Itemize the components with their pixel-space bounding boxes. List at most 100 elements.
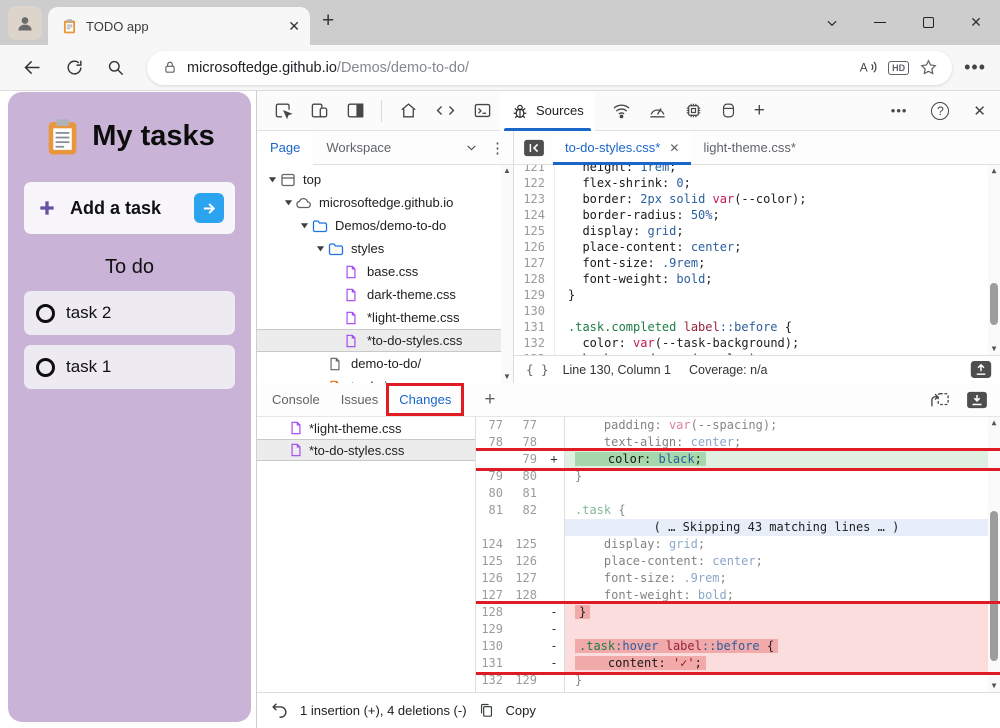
help-icon[interactable]: ? [931, 102, 949, 120]
editor-scrollbar[interactable]: ▲▼ [988, 165, 1000, 355]
dock-side-icon[interactable] [346, 101, 365, 120]
code-line: 132 color: var(--task-background); [514, 335, 1000, 351]
browser-tab[interactable]: TODO app ✕ [48, 7, 310, 45]
svg-text:A: A [860, 60, 868, 74]
tree-item-label: *to-do-styles.css [367, 333, 462, 348]
expander-triangle-icon[interactable] [313, 244, 328, 253]
expander-triangle-icon[interactable] [281, 198, 296, 207]
tree-item-Demosdemo-to-do[interactable]: Demos/demo-to-do [257, 214, 513, 237]
task-checkbox[interactable] [36, 304, 55, 323]
tree-item-to-do-styles.css[interactable]: *to-do-styles.css [257, 329, 513, 352]
code-line: 121 height: 1rem; [514, 165, 1000, 175]
device-emulation-icon[interactable] [310, 101, 329, 120]
changed-file-to-do-styles.css[interactable]: *to-do-styles.css [257, 439, 475, 461]
tree-item-dark-theme.css[interactable]: dark-theme.css [257, 283, 513, 306]
diff-view: 7777 padding: var(--spacing);7878 text-a… [476, 417, 1000, 692]
tab-console[interactable]: Console [272, 392, 320, 407]
task-item[interactable]: task 1 [24, 345, 235, 389]
tab-page[interactable]: Page [257, 131, 313, 165]
elements-panel-icon[interactable] [435, 101, 456, 120]
copy-button[interactable]: Copy [506, 703, 536, 718]
old-line-number: 124 [476, 536, 510, 553]
expander-triangle-icon[interactable] [265, 175, 280, 184]
editor-tab-light-theme[interactable]: light-theme.css* [691, 131, 807, 165]
devtools-menu-icon[interactable]: ••• [891, 103, 908, 118]
tree-item-base.css[interactable]: base.css [257, 260, 513, 283]
copy-icon[interactable] [478, 702, 495, 719]
tree-scrollbar[interactable]: ▲▼ [501, 165, 513, 383]
close-window-button[interactable]: ✕ [952, 0, 1000, 45]
application-panel-icon[interactable] [720, 101, 737, 120]
pretty-print-icon[interactable]: { } [526, 362, 549, 377]
dock-drawer-icon[interactable] [966, 391, 988, 409]
changed-file-label: *to-do-styles.css [309, 443, 404, 458]
old-line-number: 133 [476, 689, 510, 692]
welcome-home-icon[interactable] [399, 101, 418, 120]
new-tab-button[interactable]: + [322, 9, 334, 33]
old-line-number: 131 [476, 655, 510, 672]
submit-task-button[interactable] [194, 193, 224, 223]
revert-changes-icon[interactable] [929, 391, 951, 409]
tree-item-label: dark-theme.css [367, 287, 456, 302]
navigator-menu-icon[interactable]: ⋮ [490, 139, 505, 157]
task-checkbox[interactable] [36, 358, 55, 377]
tab-title: TODO app [86, 19, 279, 34]
search-icon[interactable] [106, 58, 125, 77]
line-content: color: var(--task-background); [554, 335, 988, 351]
add-task-input[interactable]: Add a task [24, 182, 235, 234]
diff-line-content: font-weight: bold; [564, 587, 988, 604]
new-line-number [510, 638, 544, 655]
tab-actions-chevron-icon[interactable] [808, 0, 856, 45]
browser-menu-icon[interactable]: ••• [964, 57, 986, 78]
old-line-number: 128 [476, 604, 510, 621]
network-panel-icon[interactable] [612, 101, 631, 120]
tab-changes[interactable]: Changes [399, 392, 451, 407]
tree-item-styles[interactable]: styles [257, 237, 513, 260]
old-line-number: 81 [476, 502, 510, 519]
tree-item-top[interactable]: top [257, 168, 513, 191]
expander-triangle-icon[interactable] [297, 221, 312, 230]
console-panel-icon[interactable] [473, 101, 492, 120]
maximize-button[interactable] [904, 0, 952, 45]
more-tools-plus-icon[interactable]: + [754, 100, 765, 122]
refresh-button[interactable] [65, 58, 84, 77]
task-item[interactable]: task 2 [24, 291, 235, 335]
move-to-top-icon[interactable] [970, 361, 992, 378]
minimize-button[interactable] [856, 0, 904, 45]
hide-navigator-icon[interactable] [523, 139, 545, 157]
changed-file-light-theme.css[interactable]: *light-theme.css [257, 417, 475, 439]
folder-icon [312, 218, 329, 234]
diff-row: 132129} [476, 672, 1000, 689]
css-icon [344, 287, 361, 303]
line-number: 121 [514, 165, 554, 175]
inspect-element-icon[interactable] [274, 101, 293, 120]
profile-button[interactable] [8, 6, 42, 40]
address-bar[interactable]: microsoftedge.github.io/Demos/demo-to-do… [147, 51, 952, 85]
close-editor-tab-icon[interactable]: ✕ [669, 141, 679, 155]
read-aloud-icon[interactable]: A [859, 58, 878, 77]
more-tabs-chevron-icon[interactable] [465, 141, 478, 154]
tab-issues[interactable]: Issues [341, 392, 379, 407]
changed-code-chip: .task:hover label::before { [575, 639, 778, 653]
tree-item-light-theme.css[interactable]: *light-theme.css [257, 306, 513, 329]
code-editor[interactable]: 121 height: 1rem;122 flex-shrink: 0;123 … [514, 165, 1000, 355]
editor-status-bar: { } Line 130, Column 1 Coverage: n/a [514, 355, 1000, 383]
hd-badge[interactable]: HD [888, 61, 909, 75]
devtools-close-icon[interactable]: ✕ [973, 102, 986, 120]
editor-tab-to-do-styles[interactable]: to-do-styles.css* ✕ [553, 131, 691, 165]
tab-sources[interactable]: Sources [500, 91, 595, 131]
add-drawer-tab-icon[interactable]: + [484, 389, 495, 411]
tree-item-to-do.js[interactable]: to-do.js [257, 375, 513, 383]
new-line-number: 126 [510, 553, 544, 570]
performance-panel-icon[interactable] [648, 101, 667, 120]
tree-item-microsoftedge.github.io[interactable]: microsoftedge.github.io [257, 191, 513, 214]
tree-item-demo-to-do[interactable]: demo-to-do/ [257, 352, 513, 375]
line-content: border-radius: 50%; [554, 207, 988, 223]
tab-workspace[interactable]: Workspace [313, 131, 404, 165]
favorites-star-icon[interactable] [919, 58, 938, 77]
revert-all-icon[interactable] [270, 701, 289, 720]
memory-panel-icon[interactable] [684, 101, 703, 120]
back-button[interactable] [22, 57, 43, 78]
tab-close-icon[interactable]: ✕ [288, 18, 300, 35]
diff-sign: - [544, 621, 564, 638]
